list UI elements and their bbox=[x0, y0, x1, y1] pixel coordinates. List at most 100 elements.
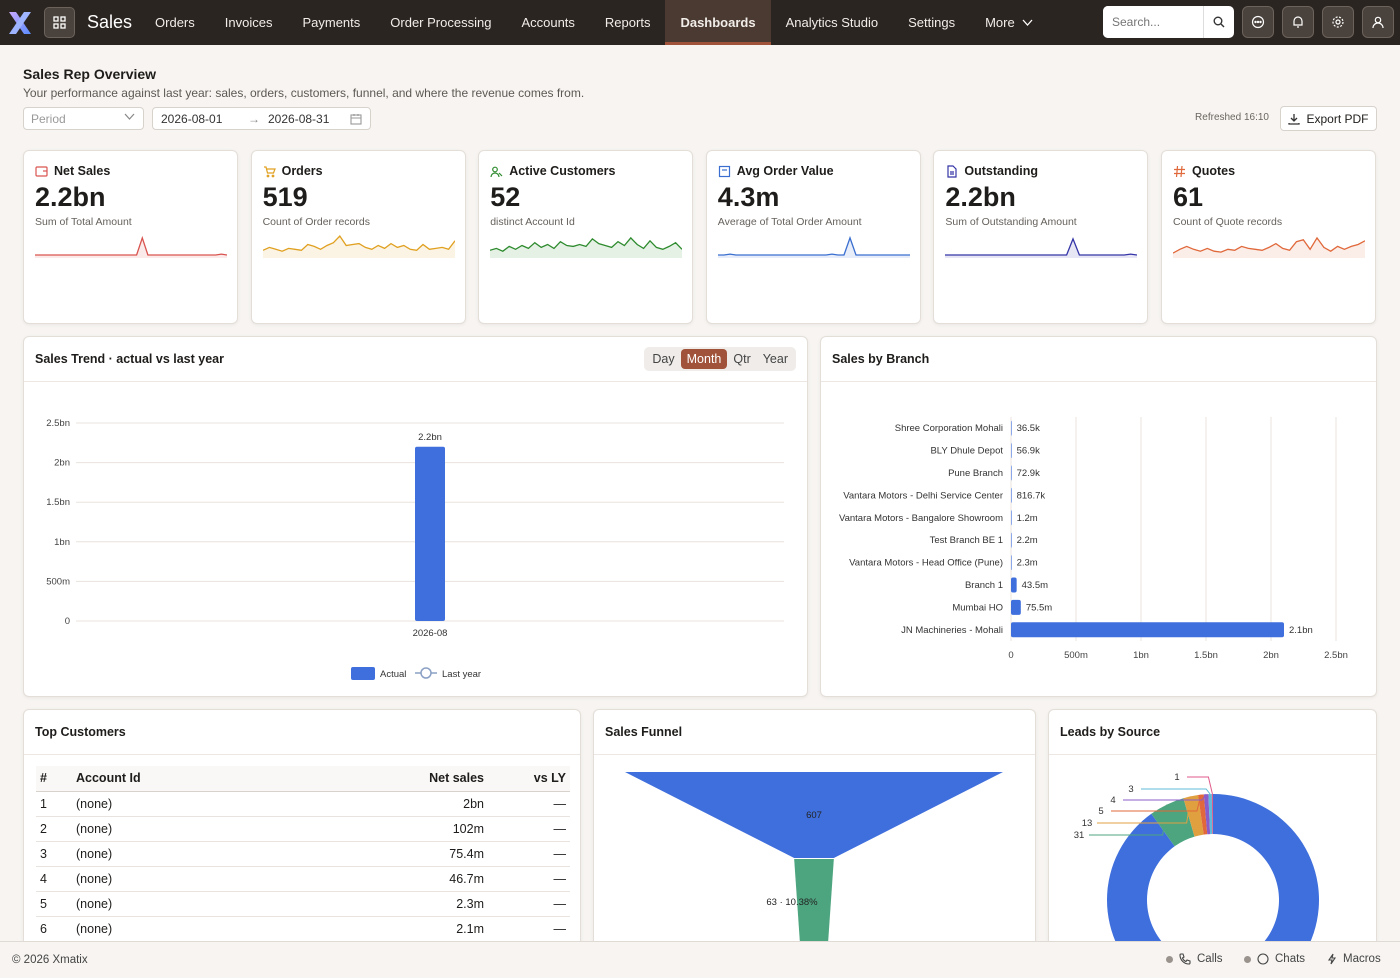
period-select[interactable]: Period bbox=[23, 107, 144, 130]
legend-actual-label[interactable]: Actual bbox=[380, 669, 406, 680]
category-label: Vantara Motors - Bangalore Showroom bbox=[839, 513, 1003, 524]
table-row[interactable]: 2 (none) 102m — bbox=[36, 816, 570, 842]
granularity-month[interactable]: Month bbox=[680, 349, 728, 369]
legend-last-year-marker[interactable] bbox=[420, 667, 432, 679]
sales-trend-chart: 0 500m 1bn 1.5bn 2bn 2.5bn 2.2bn 2026-08 Actual L… bbox=[46, 418, 784, 680]
table-row[interactable]: 1 (none) 2bn — bbox=[36, 791, 570, 817]
notifications-button[interactable] bbox=[1282, 6, 1314, 38]
cell-vs-ly: — bbox=[484, 791, 570, 817]
granularity-year[interactable]: Year bbox=[757, 349, 794, 369]
receipt-icon bbox=[718, 165, 730, 177]
category-label: BLY Dhule Depot bbox=[930, 446, 1003, 457]
slice-label: 4 bbox=[1110, 795, 1115, 806]
kpi-card-outstanding[interactable]: Outstanding 2.2bn Sum of Outstanding Amoun… bbox=[933, 150, 1149, 324]
app-grid-button[interactable] bbox=[44, 7, 75, 38]
data-label: 72.9k bbox=[1017, 468, 1040, 479]
kpi-card-active-customers[interactable]: Active Customers 52 distinct Account Id bbox=[478, 150, 694, 324]
granularity-day[interactable]: Day bbox=[646, 349, 680, 369]
col-account-id[interactable]: Account Id bbox=[76, 766, 364, 792]
nav-analytics-studio[interactable]: Analytics Studio bbox=[771, 0, 894, 45]
footer-calls[interactable]: Calls bbox=[1166, 953, 1223, 965]
branch-bar[interactable] bbox=[1011, 420, 1012, 436]
table-row[interactable]: 5 (none) 2.3m — bbox=[36, 891, 570, 917]
category-label: Mumbai HO bbox=[952, 602, 1003, 613]
branch-bar[interactable] bbox=[1011, 532, 1012, 548]
sales-funnel-panel: Sales Funnel 607 63 · 10.38% bbox=[593, 709, 1036, 949]
settings-button[interactable] bbox=[1322, 6, 1354, 38]
chevron-down-icon bbox=[1022, 19, 1033, 26]
nav-more[interactable]: More bbox=[970, 0, 1048, 45]
chats-label: Chats bbox=[1275, 953, 1306, 965]
x-tick-label: 0 bbox=[1008, 650, 1013, 661]
kpi-description: Count of Quote records bbox=[1173, 216, 1283, 228]
xmatix-logo-icon[interactable] bbox=[7, 10, 33, 36]
sales-funnel-chart: 607 63 · 10.38% bbox=[625, 772, 1003, 948]
cell-vs-ly: — bbox=[484, 841, 570, 867]
nav-order-processing[interactable]: Order Processing bbox=[375, 0, 506, 45]
export-pdf-button[interactable]: Export PDF bbox=[1280, 106, 1377, 131]
branch-bar[interactable] bbox=[1011, 577, 1017, 593]
branch-bar[interactable] bbox=[1011, 555, 1012, 571]
nav-payments[interactable]: Payments bbox=[287, 0, 375, 45]
date-range-picker[interactable]: 2026-08-01 → 2026-08-31 bbox=[152, 107, 371, 130]
col-rank[interactable]: # bbox=[36, 766, 76, 792]
legend-last-year-label[interactable]: Last year bbox=[442, 669, 481, 680]
funnel-stage-2-label: 63 · 10.38% bbox=[766, 897, 818, 908]
nav-invoices[interactable]: Invoices bbox=[210, 0, 288, 45]
leads-by-source-title: Leads by Source bbox=[1060, 725, 1161, 739]
cart-icon bbox=[263, 165, 276, 177]
col-net-sales[interactable]: Net sales bbox=[364, 766, 484, 792]
granularity-qtr[interactable]: Qtr bbox=[727, 349, 756, 369]
kpi-description: Count of Order records bbox=[262, 216, 370, 228]
calendar-icon[interactable] bbox=[350, 113, 362, 125]
branch-bar[interactable] bbox=[1011, 443, 1012, 459]
kpi-card-avg-order-value[interactable]: Avg Order Value 4.3m Average of Total Orde… bbox=[705, 150, 921, 324]
copyright: © 2026 Xmatix bbox=[12, 954, 88, 966]
slice-label: 5 bbox=[1098, 806, 1103, 817]
sales-by-branch-title: Sales by Branch bbox=[832, 352, 930, 366]
kpi-sparkline bbox=[717, 235, 910, 258]
sales-by-branch-panel: Sales by Branch 0 500m 1bn 1.5bn 2bn 2.5bn Shr… bbox=[820, 336, 1377, 697]
search-input[interactable] bbox=[1103, 6, 1203, 38]
nav-reports[interactable]: Reports bbox=[590, 0, 666, 45]
x-tick-label: 2026-08 bbox=[413, 628, 448, 639]
data-label: 816.7k bbox=[1017, 490, 1046, 501]
bar-actual[interactable] bbox=[415, 446, 445, 621]
col-vs-ly[interactable]: vs LY bbox=[484, 766, 570, 792]
legend-actual-swatch[interactable] bbox=[351, 667, 375, 680]
branch-bar[interactable] bbox=[1011, 510, 1012, 526]
table-row[interactable]: 4 (none) 46.7m — bbox=[36, 866, 570, 892]
cell-account-id: (none) bbox=[76, 891, 364, 917]
table-row[interactable]: 6 (none) 2.1m — bbox=[36, 916, 570, 942]
branch-bar[interactable] bbox=[1011, 599, 1021, 615]
date-to[interactable]: 2026-08-31 bbox=[268, 112, 329, 126]
nav-more-label: More bbox=[985, 15, 1015, 30]
nav-orders[interactable]: Orders bbox=[140, 0, 210, 45]
footer-chats[interactable]: Chats bbox=[1244, 953, 1305, 965]
nav-settings[interactable]: Settings bbox=[893, 0, 970, 45]
chat-button[interactable] bbox=[1242, 6, 1274, 38]
nav-accounts[interactable]: Accounts bbox=[506, 0, 589, 45]
footer-macros[interactable]: Macros bbox=[1327, 953, 1381, 965]
kpi-value: 2.2bn bbox=[35, 182, 106, 212]
table-row[interactable]: 3 (none) 75.4m — bbox=[36, 841, 570, 867]
cell-net-sales: 2bn bbox=[364, 791, 484, 817]
kpi-title: Quotes bbox=[1192, 164, 1236, 178]
kpi-card-quotes[interactable]: Quotes 61 Count of Quote records bbox=[1161, 150, 1376, 324]
date-from[interactable]: 2026-08-01 bbox=[161, 112, 222, 126]
macros-label: Macros bbox=[1343, 953, 1381, 965]
sparkline-line bbox=[717, 235, 910, 256]
kpi-card-orders[interactable]: Orders 519 Count of Order records bbox=[250, 150, 466, 324]
profile-button[interactable] bbox=[1362, 6, 1394, 38]
search-button[interactable] bbox=[1203, 6, 1234, 38]
cell-rank: 4 bbox=[36, 866, 76, 892]
kpi-header: Quotes bbox=[1173, 164, 1235, 178]
nav-dashboards[interactable]: Dashboards bbox=[665, 0, 771, 45]
chat-bubble-icon bbox=[1251, 15, 1265, 29]
branch-bar[interactable] bbox=[1011, 622, 1284, 638]
kpi-card-net-sales[interactable]: Net Sales 2.2bn Sum of Total Amount bbox=[23, 150, 238, 324]
cell-account-id: (none) bbox=[76, 816, 364, 842]
branch-bar[interactable] bbox=[1011, 487, 1012, 503]
branch-bar[interactable] bbox=[1011, 465, 1012, 481]
sales-funnel-title: Sales Funnel bbox=[605, 725, 683, 739]
